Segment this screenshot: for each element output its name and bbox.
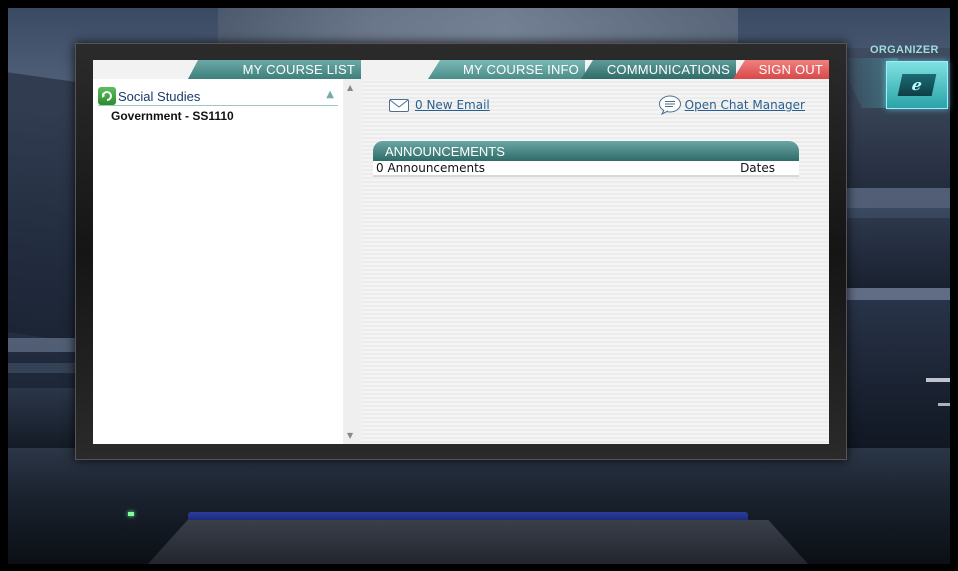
- open-chat-manager-label: Open Chat Manager: [684, 98, 805, 112]
- announcements-row: 0 Announcements Dates: [373, 161, 799, 177]
- collapse-icon[interactable]: ▲: [326, 89, 334, 100]
- chat-icon: [658, 95, 681, 115]
- mail-icon: [389, 98, 409, 112]
- organizer-button[interactable]: e: [886, 61, 948, 109]
- background-light: [938, 403, 950, 406]
- tab-communications[interactable]: COMMUNICATIONS: [581, 60, 736, 79]
- new-email-link[interactable]: 0 New Email: [389, 98, 490, 112]
- new-email-label: 0 New Email: [415, 98, 490, 112]
- background-wall-right: [843, 218, 950, 288]
- course-list-panel: Social Studies ▲ Government - SS1110: [93, 79, 361, 444]
- subject-icon: [98, 87, 116, 105]
- announcements-header: ANNOUNCEMENTS: [373, 141, 799, 161]
- monitor-frame: MY COURSE LIST MY COURSE INFO COMMUNICAT…: [75, 43, 847, 460]
- background-light: [926, 378, 950, 382]
- scroll-down-icon[interactable]: ▼: [347, 431, 353, 440]
- tab-my-course-list[interactable]: MY COURSE LIST: [188, 60, 361, 79]
- sign-out-button[interactable]: SIGN OUT: [733, 60, 829, 79]
- announcements-dates-label: Dates: [740, 161, 775, 175]
- announcements-box: ANNOUNCEMENTS 0 Announcements Dates: [373, 141, 799, 177]
- course-item[interactable]: Government - SS1110: [111, 109, 234, 123]
- announcements-count: 0 Announcements: [376, 161, 486, 175]
- subject-header[interactable]: Social Studies ▲: [98, 87, 338, 106]
- subject-name: Social Studies: [118, 88, 201, 104]
- open-chat-manager-link[interactable]: Open Chat Manager: [658, 95, 805, 115]
- organizer-icon: e: [897, 74, 937, 96]
- desk: [148, 520, 808, 564]
- tab-my-course-info[interactable]: MY COURSE INFO: [428, 60, 585, 79]
- background-ledge: [843, 188, 950, 208]
- indicator-light: [128, 512, 134, 516]
- course-list-scrollbar[interactable]: ▲ ▼: [343, 79, 361, 444]
- course-info-panel: 0 New Email Open Chat Manager ANNOUNCEME…: [361, 79, 829, 444]
- app-screen: MY COURSE LIST MY COURSE INFO COMMUNICAT…: [93, 60, 829, 444]
- scroll-up-icon[interactable]: ▲: [347, 83, 353, 92]
- background-ledge: [843, 288, 950, 300]
- organizer-label: ORGANIZER: [870, 44, 939, 56]
